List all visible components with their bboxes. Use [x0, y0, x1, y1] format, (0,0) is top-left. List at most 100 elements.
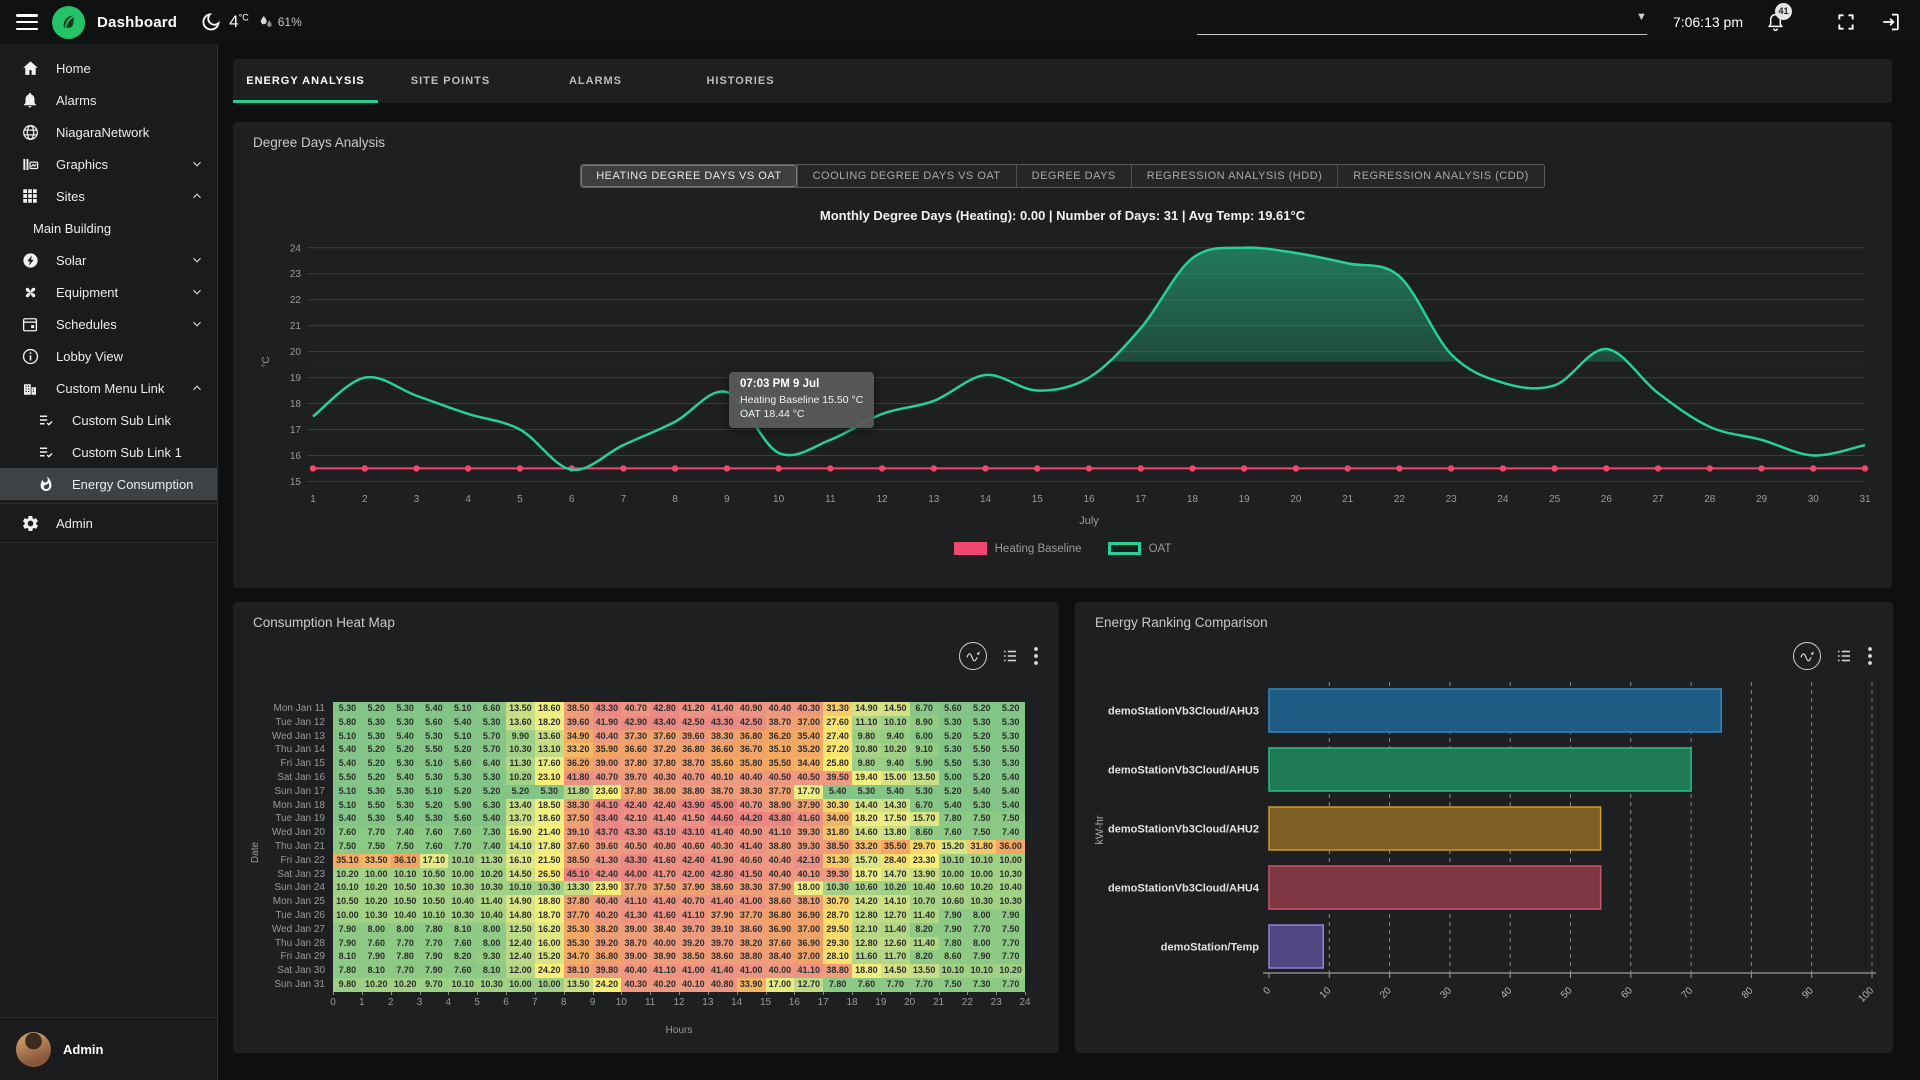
sidebar-item-label: Home	[56, 61, 91, 76]
heatmap-cell: 35.30	[564, 937, 593, 951]
heatmap-cell: 5.60	[420, 716, 449, 730]
heatmap-cell: 17.00	[766, 978, 795, 992]
heatmap-y-axis-label: Date	[250, 842, 261, 863]
sidebar-item-custom-sub-link-1[interactable]: Custom Sub Link 1	[0, 436, 217, 468]
heatmap-cell: 10.10	[881, 716, 910, 730]
degree-days-chart[interactable]: 1516171819202122232412345678910111213141…	[253, 232, 1872, 532]
sidebar-item-label: Custom Sub Link 1	[72, 445, 182, 460]
heatmap-row-label: Thu Jan 28	[253, 937, 333, 951]
heatmap-cell: 8.00	[967, 937, 996, 951]
heatmap-cell: 40.50	[766, 771, 795, 785]
heatmap-x-tick: 15	[760, 997, 771, 1008]
notifications-button[interactable]: 41	[1765, 12, 1786, 33]
sidebar-item-niagaranetwork[interactable]: NiagaraNetwork	[0, 116, 217, 148]
heatmap-cell: 42.90	[621, 716, 650, 730]
heatmap-cell: 28.10	[823, 950, 852, 964]
heatmap-cell: 10.30	[477, 881, 506, 895]
heatmap-cell: 5.30	[939, 743, 968, 757]
tab-site-points[interactable]: SITE POINTS	[378, 59, 523, 103]
subtab-degree-days[interactable]: DEGREE DAYS	[1016, 165, 1131, 187]
svg-text:kW-hr: kW-hr	[1094, 815, 1106, 844]
svg-text:8: 8	[672, 494, 678, 505]
list-check-icon	[36, 410, 56, 430]
heatmap-cell: 37.50	[650, 881, 679, 895]
sidebar-item-admin[interactable]: Admin	[0, 507, 217, 539]
fullscreen-button[interactable]	[1836, 12, 1856, 32]
legend-swatch	[954, 542, 987, 555]
sidebar-item-schedules[interactable]: Schedules	[0, 308, 217, 340]
logout-button[interactable]	[1880, 11, 1902, 33]
tab-energy-analysis[interactable]: ENERGY ANALYSIS	[233, 59, 378, 103]
sidebar-item-graphics[interactable]: Graphics	[0, 148, 217, 180]
heatmap-cell: 7.70	[996, 950, 1025, 964]
heatmap-cell: 38.80	[823, 964, 852, 978]
tab-alarms[interactable]: ALARMS	[523, 59, 668, 103]
heatmap-cell: 28.70	[823, 909, 852, 923]
subtab-cooling-degree-days-vs-oat[interactable]: COOLING DEGREE DAYS VS OAT	[797, 165, 1016, 187]
sidebar-item-home[interactable]: Home	[0, 52, 217, 84]
heatmap-cell: 5.90	[910, 757, 939, 771]
heatmap-cell: 5.60	[448, 812, 477, 826]
heatmap-cell: 40.10	[794, 868, 823, 882]
heatmap-cell: 10.10	[939, 964, 968, 978]
sidebar-item-main-building[interactable]: Main Building	[0, 212, 217, 244]
subtab-heating-degree-days-vs-oat[interactable]: HEATING DEGREE DAYS VS OAT	[581, 165, 796, 187]
subtab-regression-analysis-cdd[interactable]: REGRESSION ANALYSIS (CDD)	[1337, 165, 1544, 187]
sidebar-item-sites[interactable]: Sites	[0, 180, 217, 212]
data-table-icon[interactable]	[1001, 647, 1019, 665]
sidebar-item-label: Alarms	[56, 93, 96, 108]
heatmap-cell: 15.20	[939, 840, 968, 854]
subtab-regression-analysis-hdd[interactable]: REGRESSION ANALYSIS (HDD)	[1131, 165, 1338, 187]
heatmap-cell: 36.90	[794, 937, 823, 951]
trend-select[interactable]: ▼	[1197, 10, 1647, 35]
heatmap-cell: 10.20	[506, 771, 535, 785]
heatmap-cell: 5.60	[939, 702, 968, 716]
trend-icon[interactable]	[959, 642, 987, 670]
sidebar-item-label: Equipment	[56, 285, 118, 300]
heatmap-cell: 7.70	[391, 964, 420, 978]
legend-item-heating-baseline[interactable]: Heating Baseline	[954, 542, 1082, 555]
sidebar-item-energy-consumption[interactable]: Energy Consumption	[0, 468, 217, 500]
heatmap-cell: 5.10	[420, 757, 449, 771]
heatmap-cell: 37.90	[766, 881, 795, 895]
heatmap-cell: 12.80	[852, 937, 881, 951]
heatmap-cell: 8.20	[910, 923, 939, 937]
sidebar-item-alarms[interactable]: Alarms	[0, 84, 217, 116]
heatmap-chart[interactable]: Date Mon Jan 115.305.205.305.405.106.601…	[253, 702, 1025, 1036]
heatmap-cell: 14.50	[881, 702, 910, 716]
svg-text:23: 23	[290, 269, 302, 280]
sidebar-item-custom-menu-link[interactable]: Custom Menu Link	[0, 372, 217, 404]
heatmap-cell: 10.10	[333, 881, 362, 895]
svg-text:20: 20	[1290, 494, 1302, 505]
heatmap-cell: 7.40	[477, 840, 506, 854]
sidebar-item-custom-sub-link[interactable]: Custom Sub Link	[0, 404, 217, 436]
svg-text:0: 0	[1261, 985, 1273, 997]
svg-text:22: 22	[1394, 494, 1406, 505]
sidebar-item-equipment[interactable]: Equipment	[0, 276, 217, 308]
more-options-icon[interactable]	[1867, 646, 1873, 666]
heatmap-cell: 5.30	[391, 757, 420, 771]
heatmap-x-tick: 4	[446, 997, 452, 1008]
heatmap-cell: 39.50	[823, 771, 852, 785]
more-options-icon[interactable]	[1033, 646, 1039, 666]
menu-icon[interactable]	[16, 14, 38, 30]
sidebar: Home Alarms NiagaraNetworkGraphics Sites Mai…	[0, 44, 218, 1080]
user-avatar[interactable]	[16, 1032, 51, 1067]
heatmap-cell: 10.10	[939, 854, 968, 868]
svg-text:70: 70	[1680, 985, 1696, 1001]
sidebar-item-label: Sites	[56, 189, 85, 204]
heatmap-cell: 38.70	[766, 716, 795, 730]
sidebar-item-lobby-view[interactable]: Lobby View	[0, 340, 217, 372]
sidebar-item-solar[interactable]: Solar	[0, 244, 217, 276]
trend-icon[interactable]	[1793, 642, 1821, 670]
heatmap-cell: 7.60	[939, 826, 968, 840]
ranking-bar-chart[interactable]: 0102030405060708090100demoStationVb3Clou…	[1091, 680, 1876, 1040]
data-table-icon[interactable]	[1835, 647, 1853, 665]
bell-icon	[20, 90, 40, 110]
heatmap-cell: 24.20	[593, 978, 622, 992]
heatmap-cell: 5.40	[391, 812, 420, 826]
heatmap-cell: 40.00	[650, 937, 679, 951]
heatmap-cell: 40.90	[737, 826, 766, 840]
tab-histories[interactable]: HISTORIES	[668, 59, 813, 103]
legend-item-oat[interactable]: OAT	[1108, 542, 1172, 555]
